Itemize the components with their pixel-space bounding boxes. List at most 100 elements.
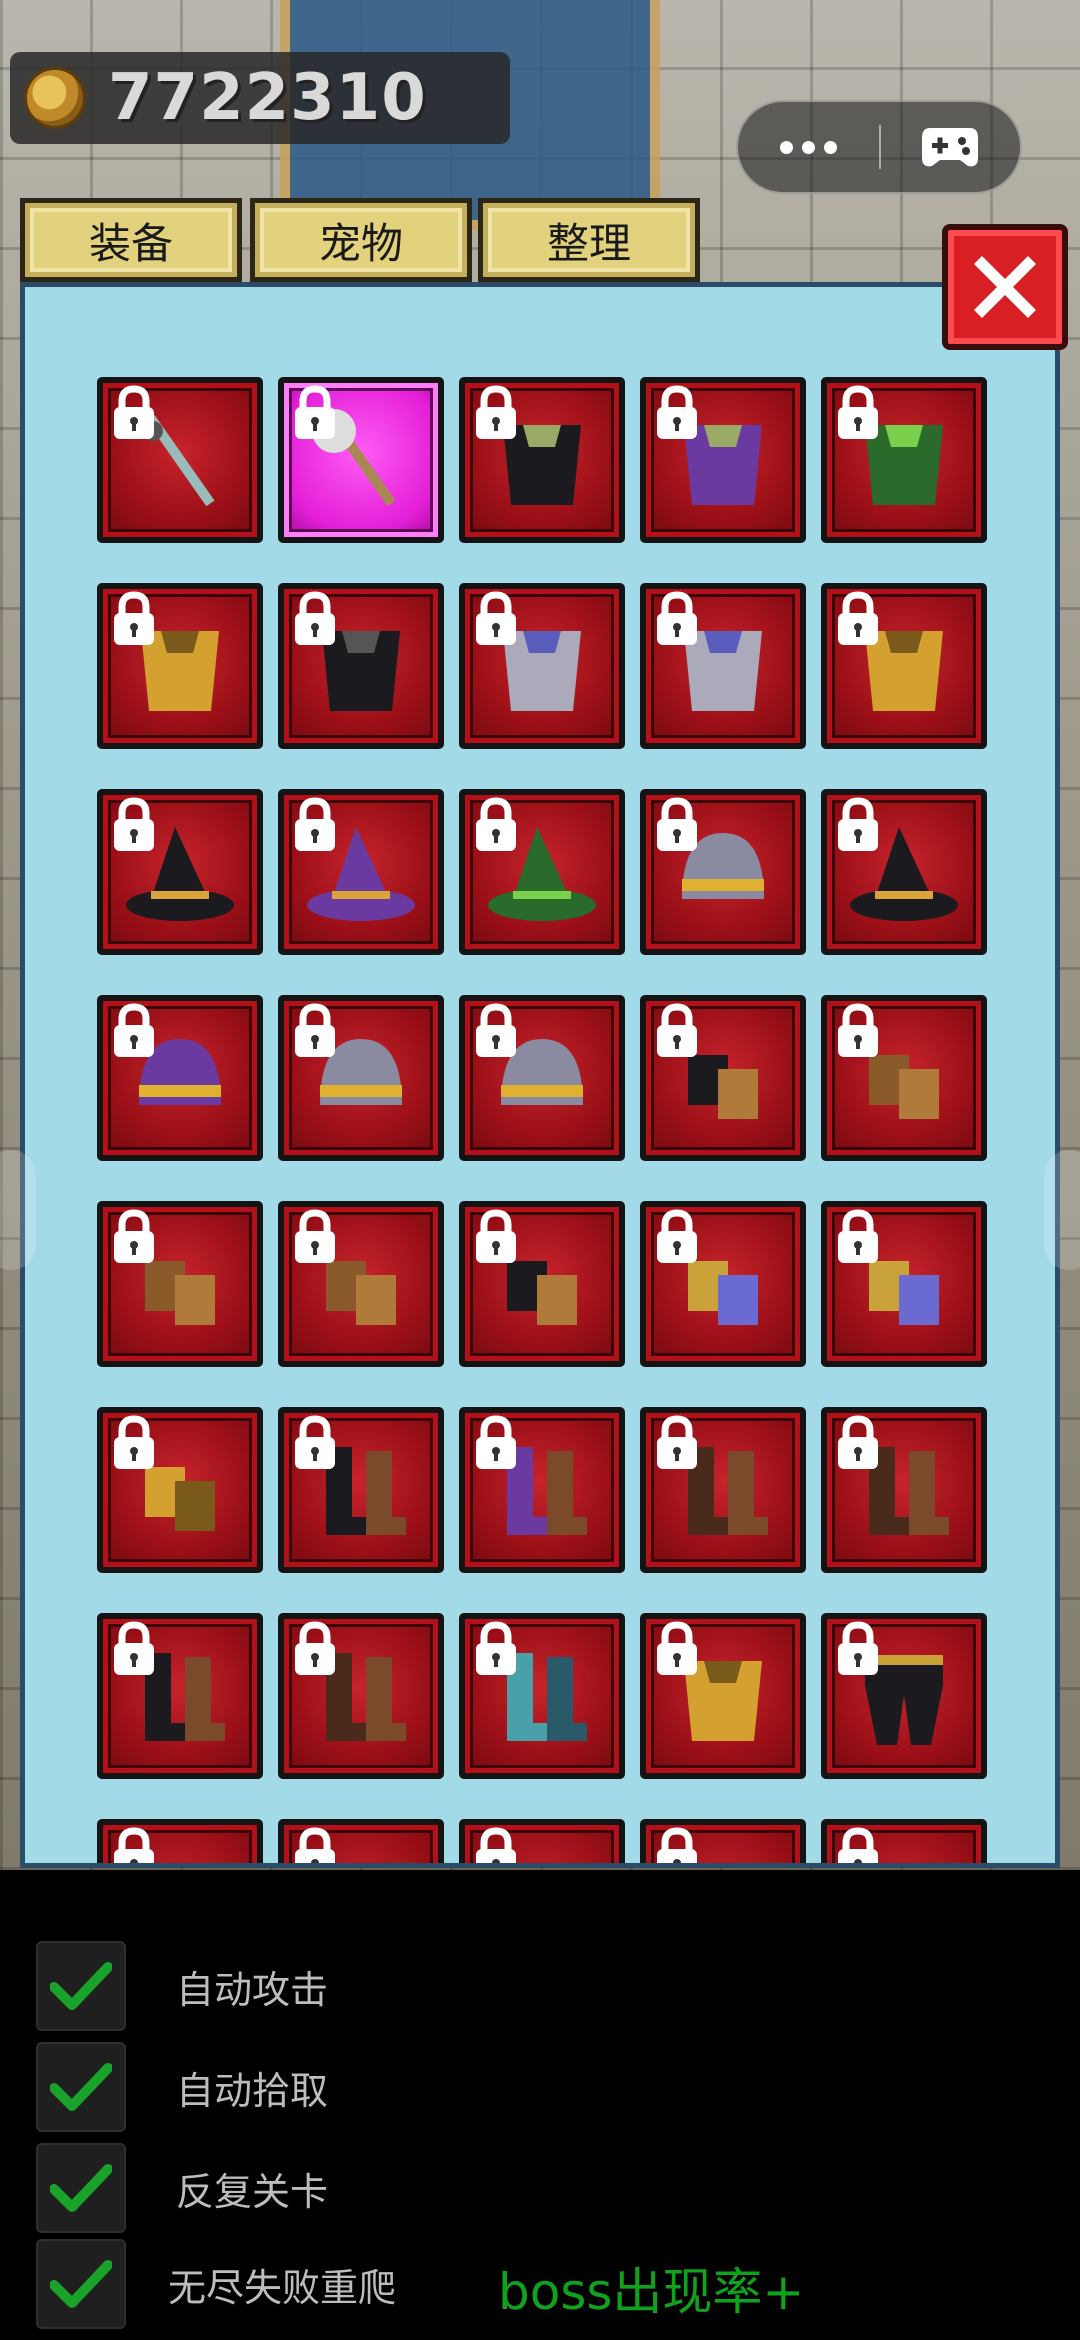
lock-icon xyxy=(657,1621,697,1675)
setting-label: 自动拾取 xyxy=(176,2068,329,2113)
inventory-slot[interactable] xyxy=(97,377,263,543)
coin-value: 7722310 xyxy=(108,61,427,135)
game-screen: 7722310 装备 宠物 整理 自动攻击 自动拾取 反复关卡 无尽失败重爬 b… xyxy=(0,0,1080,2340)
inventory-slot[interactable] xyxy=(459,995,625,1161)
inventory-slot[interactable] xyxy=(278,377,444,543)
setting-endless-retry[interactable]: 无尽失败重爬 xyxy=(36,2238,396,2330)
inventory-slot[interactable] xyxy=(640,377,806,543)
lock-icon xyxy=(657,1827,697,1863)
lock-icon xyxy=(476,797,516,851)
lock-icon xyxy=(657,1003,697,1057)
inventory-slot[interactable] xyxy=(278,789,444,955)
inventory-slot[interactable] xyxy=(459,583,625,749)
inventory-slot[interactable] xyxy=(640,583,806,749)
mini-program-capsule xyxy=(736,100,1022,194)
inventory-slot[interactable] xyxy=(821,1407,987,1573)
checkbox-repeat-stage[interactable] xyxy=(36,2143,126,2233)
inventory-slot[interactable] xyxy=(640,1407,806,1573)
setting-repeat-stage[interactable]: 反复关卡 xyxy=(36,2142,328,2234)
inventory-slot[interactable] xyxy=(97,1407,263,1573)
lock-icon xyxy=(476,1003,516,1057)
lock-icon xyxy=(295,385,335,439)
lock-icon xyxy=(295,1209,335,1263)
inventory-panel[interactable] xyxy=(20,282,1060,1868)
inventory-slot[interactable] xyxy=(821,789,987,955)
coin-icon xyxy=(24,67,86,129)
inventory-slot[interactable] xyxy=(459,1201,625,1367)
inventory-slot[interactable] xyxy=(278,1201,444,1367)
inventory-slot[interactable] xyxy=(821,583,987,749)
inventory-slot[interactable] xyxy=(97,789,263,955)
inventory-slot[interactable] xyxy=(821,995,987,1161)
lock-icon xyxy=(114,1415,154,1469)
lock-icon xyxy=(114,385,154,439)
lock-icon xyxy=(295,1827,335,1863)
inventory-slot[interactable] xyxy=(821,1613,987,1779)
lock-icon xyxy=(476,591,516,645)
lock-icon xyxy=(838,385,878,439)
lock-icon xyxy=(838,797,878,851)
lock-icon xyxy=(838,1415,878,1469)
inventory-slot[interactable] xyxy=(459,789,625,955)
lock-icon xyxy=(657,1415,697,1469)
setting-label: 反复关卡 xyxy=(176,2169,329,2214)
lock-icon xyxy=(657,591,697,645)
inventory-slot[interactable] xyxy=(640,789,806,955)
inventory-slot[interactable] xyxy=(459,377,625,543)
lock-icon xyxy=(476,1827,516,1863)
inventory-slot[interactable] xyxy=(278,1407,444,1573)
lock-icon xyxy=(838,1621,878,1675)
inventory-slot[interactable] xyxy=(97,1613,263,1779)
inventory-slot[interactable] xyxy=(459,1407,625,1573)
inventory-slot[interactable] xyxy=(821,1201,987,1367)
inventory-slot[interactable] xyxy=(97,1819,263,1863)
lock-icon xyxy=(657,797,697,851)
lock-icon xyxy=(295,591,335,645)
inventory-slot[interactable] xyxy=(821,1819,987,1863)
left-arrow-icon[interactable] xyxy=(0,1150,36,1270)
close-x-icon xyxy=(974,256,1036,318)
setting-label: 自动攻击 xyxy=(176,1967,329,2012)
tab-pet[interactable]: 宠物 xyxy=(250,198,472,282)
inventory-slot[interactable] xyxy=(459,1819,625,1863)
inventory-slot[interactable] xyxy=(97,1201,263,1367)
boss-rate-bonus[interactable]: boss出现率+ xyxy=(498,2252,804,2324)
lock-icon xyxy=(838,1209,878,1263)
inventory-slot[interactable] xyxy=(278,1819,444,1863)
checkbox-auto-pickup[interactable] xyxy=(36,2042,126,2132)
inventory-slot[interactable] xyxy=(640,1201,806,1367)
lock-icon xyxy=(114,591,154,645)
checkbox-endless-retry[interactable] xyxy=(36,2239,126,2329)
inventory-slot[interactable] xyxy=(821,377,987,543)
inventory-slot[interactable] xyxy=(97,583,263,749)
inventory-slot[interactable] xyxy=(278,1613,444,1779)
lock-icon xyxy=(476,1209,516,1263)
checkbox-auto-attack[interactable] xyxy=(36,1941,126,2031)
lock-icon xyxy=(295,1621,335,1675)
setting-auto-pickup[interactable]: 自动拾取 xyxy=(36,2041,328,2133)
lock-icon xyxy=(114,1209,154,1263)
lock-icon xyxy=(838,591,878,645)
inventory-slot[interactable] xyxy=(278,583,444,749)
coin-counter: 7722310 xyxy=(10,52,510,144)
inventory-slot[interactable] xyxy=(97,995,263,1161)
inventory-slot[interactable] xyxy=(459,1613,625,1779)
inventory-slot[interactable] xyxy=(640,995,806,1161)
tab-sort[interactable]: 整理 xyxy=(478,198,700,282)
close-button[interactable] xyxy=(942,224,1068,350)
lock-icon xyxy=(838,1003,878,1057)
lock-icon xyxy=(476,1415,516,1469)
more-dots-icon[interactable] xyxy=(738,102,879,192)
lock-icon xyxy=(295,1415,335,1469)
gamepad-icon[interactable] xyxy=(881,102,1020,192)
tab-equipment[interactable]: 装备 xyxy=(20,198,242,282)
setting-auto-attack[interactable]: 自动攻击 xyxy=(36,1940,328,2032)
lock-icon xyxy=(114,797,154,851)
inventory-slot[interactable] xyxy=(640,1819,806,1863)
lock-icon xyxy=(657,385,697,439)
lock-icon xyxy=(838,1827,878,1863)
right-arrow-icon[interactable] xyxy=(1044,1150,1080,1270)
inventory-slot[interactable] xyxy=(278,995,444,1161)
inventory-slot[interactable] xyxy=(640,1613,806,1779)
setting-label: 无尽失败重爬 xyxy=(168,2265,397,2310)
